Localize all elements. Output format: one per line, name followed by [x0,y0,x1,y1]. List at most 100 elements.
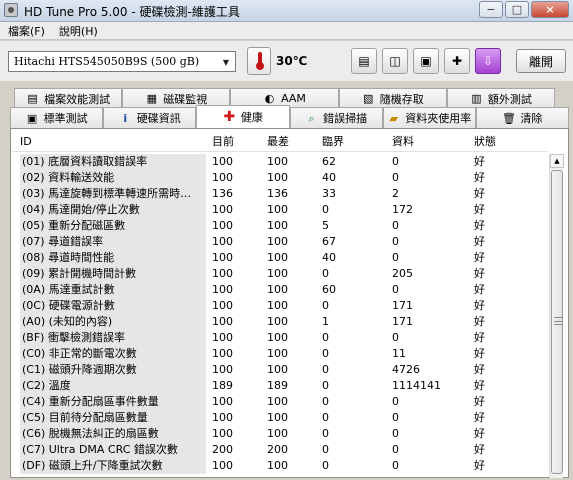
copy-screenshot-button[interactable]: ◫ [382,48,408,74]
cell-id: (01) 底層資料讀取錯誤率 [20,154,206,170]
erase-trash-icon: 🗑 [501,111,516,125]
cell-threshold: 0 [322,347,329,360]
table-row[interactable]: (07) 尋道錯誤率 100 100 67 0 好 [12,234,547,250]
table-row[interactable]: (C5) 目前待分配扇區數量 100 100 0 0 好 [12,410,547,426]
options-button[interactable]: ✚ [444,48,470,74]
table-row[interactable]: (03) 馬達旋轉到標準轉速所需時… 136 136 33 2 好 [12,186,547,202]
tab-erase[interactable]: 🗑 清除 [475,107,570,128]
cell-worst: 100 [267,267,288,280]
table-row[interactable]: (C2) 溫度 189 189 0 1114141 好 [12,378,547,394]
cell-id: (08) 尋道時間性能 [20,250,206,266]
table-row[interactable]: (09) 累計開機時間計數 100 100 0 205 好 [12,266,547,282]
tabs-row-2: ▣ 標準測試 i 硬碟資訊 ✚ 健康 ⌕ 錯誤掃描 ▰ 資料夾使用率 🗑 清除 [10,105,570,128]
cell-threshold: 0 [322,411,329,424]
tab-health[interactable]: ✚ 健康 [196,105,290,128]
exit-button[interactable]: 離開 [516,49,566,73]
toolbar: Hitachi HTS545050B9S (500 gB) ▼ 30℃ ▤ ◫ … [0,41,573,81]
scroll-thumb[interactable] [551,170,563,474]
cell-status: 好 [474,379,485,392]
tab-extra-tests[interactable]: ▥ 額外測試 [446,88,556,108]
cell-id: (C6) 脫機無法糾正的扇區數 [20,426,206,442]
table-row[interactable]: (C4) 重新分配扇區事件數量 100 100 0 0 好 [12,394,547,410]
cell-status: 好 [474,427,485,440]
cell-threshold: 1 [322,315,329,328]
cell-id: (05) 重新分配磁區數 [20,218,206,234]
close-icon[interactable]: × [531,1,569,18]
table-row[interactable]: (0A) 馬達重試計數 100 100 60 0 好 [12,282,547,298]
tab-error-scan[interactable]: ⌕ 錯誤掃描 [289,107,383,128]
save-icon: ▣ [420,54,432,68]
cell-current: 100 [212,395,233,408]
tab-benchmark[interactable]: ▣ 標準測試 [10,107,104,128]
header-data[interactable]: 資料 [392,134,460,150]
cell-worst: 136 [267,187,288,200]
download-button[interactable]: ⇩ [475,48,501,74]
cell-status: 好 [474,411,485,424]
tab-random-access[interactable]: ▧ 隨機存取 [338,88,447,108]
cell-id: (C1) 磁頭升降週期次數 [20,362,206,378]
header-worst[interactable]: 最差 [267,134,309,150]
window-title: HD Tune Pro 5.00 - 硬碟檢測-維護工具 [24,5,240,19]
table-row[interactable]: (05) 重新分配磁區數 100 100 5 0 好 [12,218,547,234]
cell-threshold: 0 [322,331,329,344]
cell-data: 0 [392,331,399,344]
menu-file[interactable]: 檔案(F) [8,23,45,39]
dropdown-arrow-icon[interactable]: ▼ [219,55,233,69]
cell-threshold: 0 [322,459,329,472]
cell-threshold: 0 [322,363,329,376]
benchmark-icon: ▣ [26,111,38,125]
temperature-value: 30℃ [276,54,308,68]
table-row[interactable]: (0C) 硬碟電源計數 100 100 0 171 好 [12,298,547,314]
drive-select[interactable]: Hitachi HTS545050B9S (500 gB) ▼ [8,51,236,72]
tab-info[interactable]: i 硬碟資訊 [103,107,197,128]
copy-text-button[interactable]: ▤ [351,48,377,74]
table-row[interactable]: (DF) 磁頭上升/下降重試次數 100 100 0 0 好 [12,458,547,474]
table-row[interactable]: (C7) Ultra DMA CRC 錯誤次數 200 200 0 0 好 [12,442,547,458]
tab-file-benchmark[interactable]: ▤ 檔案效能測試 [14,88,123,108]
cell-current: 100 [212,235,233,248]
cell-data: 172 [392,203,413,216]
cell-id: (A0) (未知的內容) [20,314,206,330]
cell-threshold: 62 [322,155,336,168]
cell-threshold: 67 [322,235,336,248]
tab-folder-usage[interactable]: ▰ 資料夾使用率 [382,107,476,128]
save-button[interactable]: ▣ [413,48,439,74]
table-row[interactable]: (C0) 非正常的斷電次數 100 100 0 11 好 [12,346,547,362]
cell-data: 205 [392,267,413,280]
menu-help[interactable]: 說明(H) [59,23,98,39]
disk-monitor-icon: ▦ [146,92,157,105]
cell-data: 0 [392,395,399,408]
cell-current: 100 [212,283,233,296]
cell-id: (04) 馬達開始/停止次數 [20,202,206,218]
vertical-scrollbar[interactable]: ▲ [549,154,564,478]
table-row[interactable]: (C6) 脫機無法糾正的扇區數 100 100 0 0 好 [12,426,547,442]
table-row[interactable]: (01) 底層資料讀取錯誤率 100 100 62 0 好 [12,154,547,170]
minimize-icon[interactable]: − [479,1,503,18]
cell-current: 100 [212,219,233,232]
header-status[interactable]: 狀態 [474,134,516,150]
table-row[interactable]: (08) 尋道時間性能 100 100 40 0 好 [12,250,547,266]
cell-worst: 100 [267,347,288,360]
table-row[interactable]: (BF) 衝擊檢測錯誤率 100 100 0 0 好 [12,330,547,346]
header-current[interactable]: 目前 [212,134,254,150]
cell-data: 0 [392,459,399,472]
health-table: (01) 底層資料讀取錯誤率 100 100 62 0 好 (02) 資料輸送效… [12,154,547,474]
table-row[interactable]: (C1) 磁頭升降週期次數 100 100 0 4726 好 [12,362,547,378]
header-id[interactable]: ID [20,134,206,150]
cell-status: 好 [474,251,485,264]
cell-status: 好 [474,395,485,408]
table-row[interactable]: (A0) (未知的內容) 100 100 1 171 好 [12,314,547,330]
scroll-up-icon[interactable]: ▲ [550,154,564,168]
cell-status: 好 [474,443,485,456]
table-row[interactable]: (04) 馬達開始/停止次數 100 100 0 172 好 [12,202,547,218]
app-icon [4,3,18,17]
cell-status: 好 [474,267,485,280]
cell-threshold: 0 [322,427,329,440]
folder-usage-icon: ▰ [389,111,398,125]
cell-current: 100 [212,299,233,312]
cell-data: 0 [392,171,399,184]
maximize-icon[interactable]: □ [505,1,529,18]
table-row[interactable]: (02) 資料輸送效能 100 100 40 0 好 [12,170,547,186]
header-threshold[interactable]: 臨界 [322,134,372,150]
cell-current: 100 [212,427,233,440]
